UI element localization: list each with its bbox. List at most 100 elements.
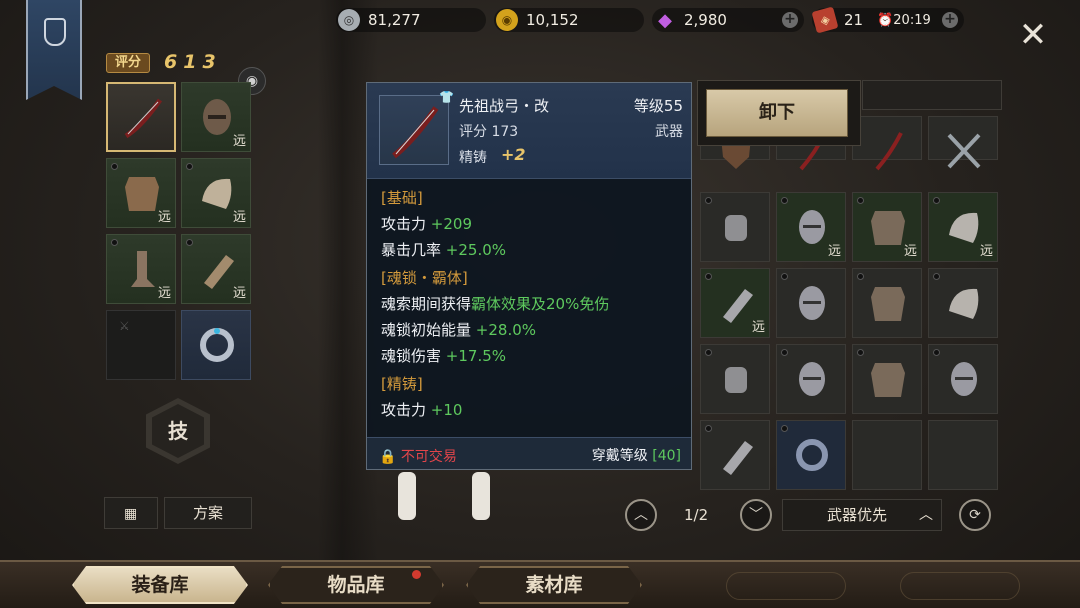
gem-value: 2,980 [684,11,727,29]
helmet-icon [799,286,825,320]
ornament [900,572,1020,600]
inventory-slot[interactable] [928,116,998,169]
equip-slot-helmet[interactable]: 远 [181,82,251,152]
add-gem-button[interactable]: + [782,12,798,28]
close-icon[interactable]: ✕ [1016,18,1050,54]
inventory-slot[interactable] [700,192,770,262]
tooltip-footer: 🔒 不可交易 穿戴等级 [40] [367,437,691,469]
stat-soul-damage: 魂锁伤害 +17.5% [381,347,507,365]
gauntlet-icon [723,289,753,323]
plan-button[interactable]: 方案 [164,497,252,529]
item-icon: 👕 [379,90,454,165]
chest-armor-icon [125,177,159,211]
inventory-slot[interactable] [776,420,846,490]
inventory-slot[interactable] [928,420,998,490]
bracer-icon [725,215,747,241]
inventory-slot[interactable]: 远 [928,192,998,262]
helmet-icon [799,362,825,396]
grid-view-button[interactable]: ▦ [104,497,158,529]
stat-crit: 暴击几率 +25.0% [381,241,507,259]
stat-soul-energy: 魂锁初始能量 +28.0% [381,321,537,339]
inventory-slot[interactable] [776,268,846,338]
bow-icon [875,132,903,171]
equip-slot-chest[interactable]: 远 [106,158,176,228]
guild-banner[interactable] [26,0,82,100]
item-tooltip: 👕 先祖战弓・改 等级55 评分 173 武器 精铸 +2 [基础] 攻击力 +… [366,82,692,470]
equip-slot-boots[interactable]: 远 [106,234,176,304]
inventory-slot[interactable] [852,344,922,414]
character-boot [398,472,416,520]
stamina-currency: ◈ 21 ⏰ 20:19 + [811,6,964,34]
item-forge-label: 精铸 [459,150,487,166]
stat-soul-effect: 魂索期间获得霸体效果及20%免伤 [381,295,610,313]
gem-currency: ◆ 2,980 + [652,8,804,32]
grid-icon: ▦ [124,506,138,522]
filter-bar [862,80,1002,110]
gold-currency: ◉ 10,152 [494,8,644,32]
silver-coin-icon: ◎ [338,9,360,31]
item-type: 武器 [655,124,683,140]
sort-dropdown[interactable]: 武器优先 ︿ [782,499,942,531]
helmet-icon [203,99,231,135]
equip-slot-shoulder[interactable]: 远 [181,158,251,228]
section-basic-title: [基础] [381,189,423,207]
helmet-icon [951,362,977,396]
inventory-slot[interactable]: 远 [700,268,770,338]
inventory-slot[interactable]: 远 [776,192,846,262]
ring-icon [796,439,828,471]
clock-icon: ⏰ [877,12,894,28]
equip-slot-ring[interactable] [181,310,251,380]
tab-equipment[interactable]: 装备库 [72,566,248,604]
untradeable-label: 🔒 不可交易 [379,449,457,465]
stat-forge-attack: 攻击力 +10 [381,401,463,419]
notification-dot [412,570,421,579]
inventory-slot[interactable] [928,268,998,338]
item-level: 等级55 [633,97,683,115]
inventory-slot[interactable] [700,344,770,414]
inventory-slot[interactable] [852,420,922,490]
page-up-button[interactable]: ︿ [625,499,657,531]
unequip-button[interactable]: 卸下 [706,89,848,137]
equip-slot-weapon[interactable] [106,82,176,152]
shoulder-icon [949,288,979,319]
chest-icon [871,211,905,245]
inventory-slot[interactable] [852,268,922,338]
inventory-slot[interactable] [776,344,846,414]
bow-icon [124,98,163,139]
chest-icon [871,287,905,321]
page-indicator: 1/2 [684,506,709,524]
equip-slot-gloves[interactable]: 远 [181,234,251,304]
silver-currency: ◎ 81,277 [336,8,486,32]
faded-item-icon: ⚔ [119,319,130,333]
diamond-icon: ◆ [658,9,672,31]
lock-icon: 🔒 [379,449,397,465]
helmet-icon [799,210,825,244]
character-boot [472,472,490,520]
section-soul-title: [魂锁・霸体] [381,269,468,287]
tab-materials[interactable]: 素材库 [466,566,642,604]
swords-icon [947,133,981,169]
inventory-slot[interactable] [700,420,770,490]
inventory-slot[interactable] [852,116,922,171]
page-down-button[interactable]: ﹀ [740,499,772,531]
refresh-button[interactable]: ⟳ [959,499,991,531]
boots-icon [131,251,155,287]
unequip-panel: 卸下 [697,80,861,146]
equip-slot-empty[interactable]: ⚔ [106,310,176,380]
add-stamina-button[interactable]: + [942,12,958,28]
tooltip-header: 👕 先祖战弓・改 等级55 评分 173 武器 精铸 +2 [367,83,691,179]
gold-value: 10,152 [526,11,579,29]
inventory-slot[interactable]: 远 [852,192,922,262]
shoulder-icon [949,212,979,243]
stamina-value: 21 [844,11,864,29]
gauntlet-icon [723,441,753,475]
helmet-emblem-icon [44,18,66,46]
item-name: 先祖战弓・改 [459,97,550,115]
section-forge-title: [精铸] [381,375,423,393]
bracer-icon [725,367,747,393]
score-value: 613 [164,51,222,73]
wear-level: 穿戴等级 [40] [591,448,681,464]
chest-icon [871,363,905,397]
inventory-slot[interactable] [928,344,998,414]
ticket-icon: ◈ [811,6,839,34]
